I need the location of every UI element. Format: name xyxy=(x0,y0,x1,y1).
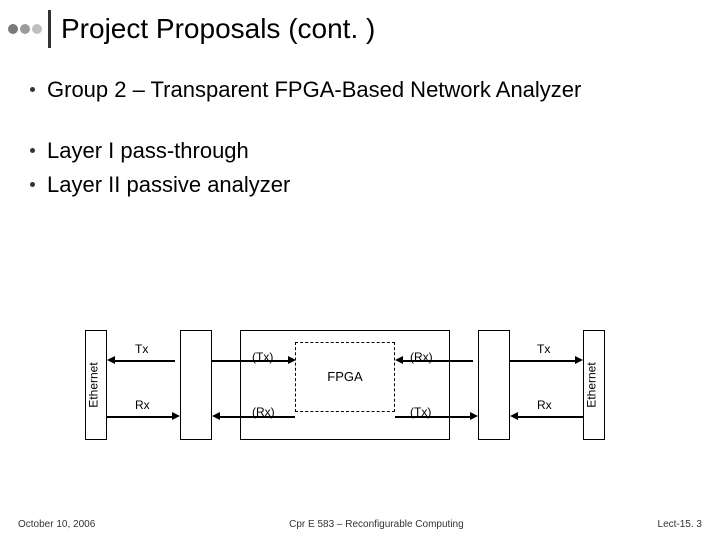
signal-label: Tx xyxy=(135,342,148,356)
bullet-icon xyxy=(30,182,35,187)
dot-icon xyxy=(32,24,42,34)
arrow-line xyxy=(403,360,473,362)
arrow-head-icon xyxy=(470,412,478,420)
arrow-head-icon xyxy=(395,356,403,364)
signal-label: Tx xyxy=(537,342,550,356)
signal-label: Rx xyxy=(135,398,150,412)
footer-course: Cpr E 583 – Reconfigurable Computing xyxy=(289,519,464,530)
bullet-text: Group 2 – Transparent FPGA-Based Network… xyxy=(47,76,581,105)
signal-label: Rx xyxy=(537,398,552,412)
fpga-core: FPGA xyxy=(295,342,395,412)
arrow-head-icon xyxy=(575,356,583,364)
bullet-item: Layer II passive analyzer xyxy=(30,171,690,200)
arrow-head-icon xyxy=(172,412,180,420)
arrow-line xyxy=(107,416,172,418)
arrow-line xyxy=(220,416,295,418)
footer-date: October 10, 2006 xyxy=(18,519,95,530)
decorative-dots xyxy=(8,24,42,34)
bullet-item: Group 2 – Transparent FPGA-Based Network… xyxy=(30,76,690,105)
slide-header: Project Proposals (cont. ) xyxy=(0,0,720,48)
phy-block-left xyxy=(180,330,212,440)
title-divider xyxy=(48,10,51,48)
network-diagram: Ethernet FPGA Ethernet Tx Rx (Tx) (Rx) (… xyxy=(85,320,605,470)
signal-label: (Rx) xyxy=(410,350,433,364)
ethernet-label-right: Ethernet xyxy=(585,362,599,407)
dot-icon xyxy=(8,24,18,34)
arrow-head-icon xyxy=(288,356,296,364)
bullet-text: Layer I pass-through xyxy=(47,137,249,166)
footer-slide-number: Lect-15. 3 xyxy=(658,519,702,530)
arrow-line xyxy=(510,360,575,362)
bullet-text: Layer II passive analyzer xyxy=(47,171,290,200)
slide-body: Group 2 – Transparent FPGA-Based Network… xyxy=(0,48,720,200)
arrow-head-icon xyxy=(107,356,115,364)
dot-icon xyxy=(20,24,30,34)
arrow-line xyxy=(395,416,470,418)
bullet-item: Layer I pass-through xyxy=(30,137,690,166)
arrow-line xyxy=(115,360,175,362)
arrow-line xyxy=(518,416,583,418)
slide-footer: October 10, 2006 Cpr E 583 – Reconfigura… xyxy=(0,519,720,530)
ethernet-label-left: Ethernet xyxy=(87,362,101,407)
arrow-head-icon xyxy=(510,412,518,420)
phy-block-right xyxy=(478,330,510,440)
bullet-icon xyxy=(30,87,35,92)
arrow-line xyxy=(212,360,290,362)
bullet-icon xyxy=(30,148,35,153)
arrow-head-icon xyxy=(212,412,220,420)
slide-title: Project Proposals (cont. ) xyxy=(61,13,375,45)
fpga-label: FPGA xyxy=(296,369,394,384)
signal-label: (Tx) xyxy=(252,350,273,364)
